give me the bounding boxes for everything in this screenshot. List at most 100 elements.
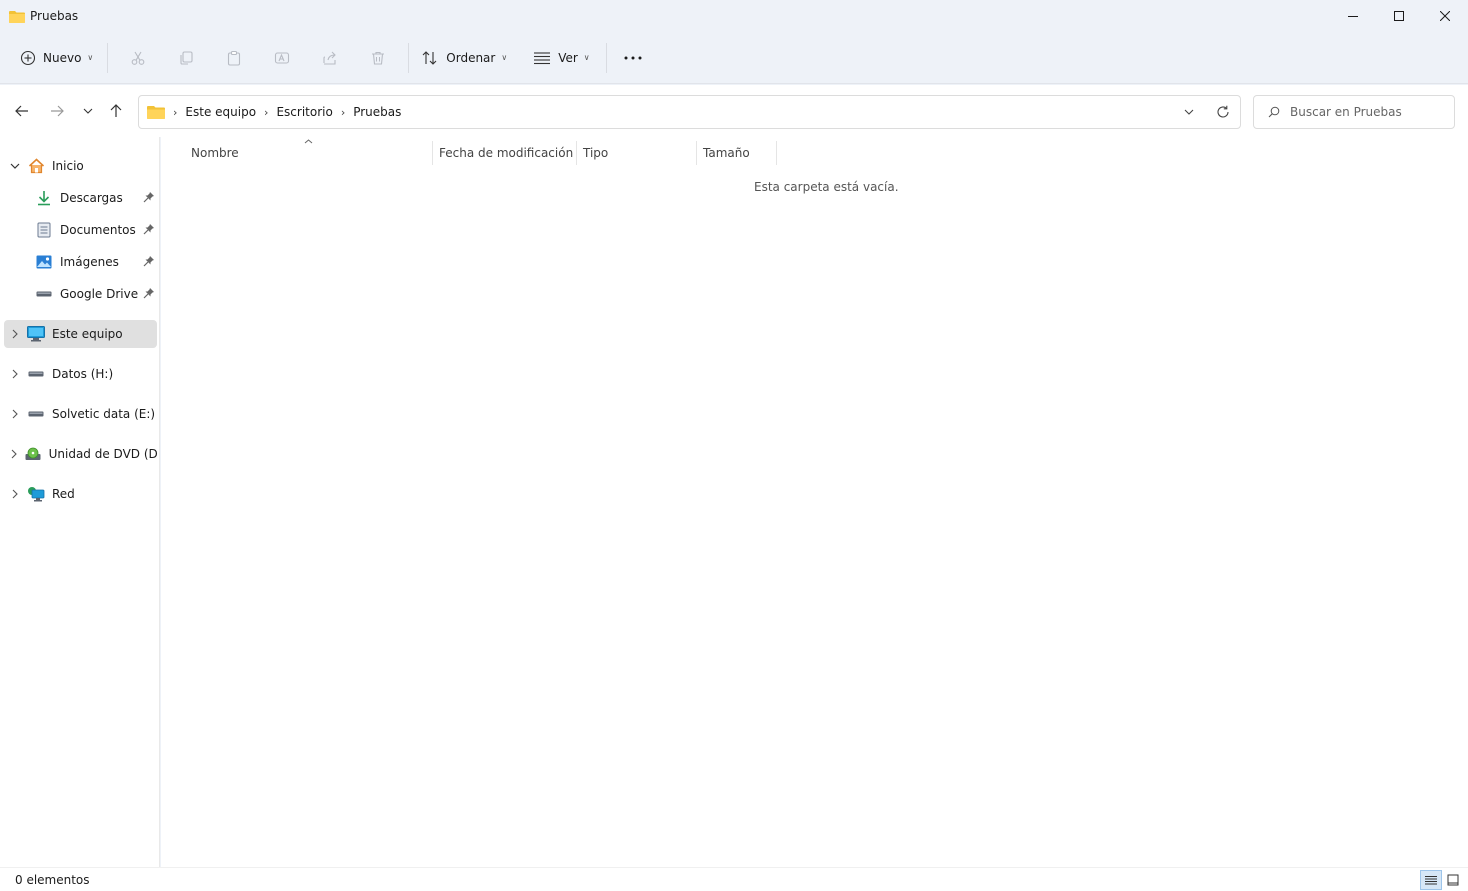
back-button[interactable] <box>10 100 34 122</box>
chevron-down-icon <box>1184 109 1194 115</box>
up-button[interactable] <box>104 100 128 122</box>
new-label: Nuevo <box>43 50 82 65</box>
minimize-button[interactable] <box>1330 0 1376 32</box>
pin-icon[interactable] <box>143 223 155 238</box>
sort-icon <box>422 50 437 65</box>
chevron-right-icon: › <box>173 105 178 119</box>
chevron-right-icon: › <box>264 105 269 119</box>
breadcrumb-item[interactable]: Escritorio <box>276 105 332 119</box>
sidebar-item-label: Red <box>52 487 75 501</box>
navigation-pane: Inicio Descargas Documentos Imágenes Goo… <box>0 137 160 867</box>
chevron-right-icon[interactable] <box>4 369 26 379</box>
chevron-down-icon: ∨ <box>87 53 94 62</box>
more-options-icon <box>624 56 642 59</box>
chevron-right-icon[interactable] <box>4 449 24 459</box>
paste-icon <box>228 50 241 66</box>
column-header-label: Nombre <box>191 146 239 160</box>
arrow-left-icon <box>15 105 28 117</box>
sidebar-item-solvetic-data-e[interactable]: Solvetic data (E:) <box>4 400 157 428</box>
empty-folder-message: Esta carpeta está vacía. <box>754 180 899 194</box>
status-bar: 0 elementos <box>0 867 1468 891</box>
column-divider[interactable] <box>696 141 697 165</box>
item-count: 0 elementos <box>15 872 90 887</box>
column-header-name[interactable]: Nombre <box>191 141 431 165</box>
maximize-icon <box>1394 11 1404 21</box>
sidebar-item-label: Unidad de DVD (D:) <box>48 447 157 461</box>
sidebar-item-google-drive[interactable]: Google Drive (G <box>12 280 157 308</box>
plus-circle-icon <box>20 50 36 65</box>
computer-icon <box>26 325 46 343</box>
sidebar-item-pictures[interactable]: Imágenes <box>12 248 157 276</box>
documents-icon <box>34 221 54 239</box>
sidebar-item-label: Imágenes <box>60 255 119 269</box>
address-actions <box>1172 96 1240 128</box>
breadcrumb-item[interactable]: Este equipo <box>185 105 256 119</box>
sidebar-item-documents[interactable]: Documentos <box>12 216 157 244</box>
sidebar-item-datos-h[interactable]: Datos (H:) <box>4 360 157 388</box>
sort-label: Ordenar <box>446 50 496 65</box>
chevron-down-icon: ∨ <box>583 53 590 62</box>
drive-icon <box>26 365 46 383</box>
command-bar: Nuevo ∨ Ordenar ∨ Ver ∨ <box>0 32 1468 84</box>
copy-button[interactable] <box>162 41 210 75</box>
chevron-down-icon[interactable] <box>4 163 26 169</box>
column-divider[interactable] <box>432 141 433 165</box>
pin-icon[interactable] <box>143 255 155 270</box>
rename-button[interactable] <box>258 41 306 75</box>
search-box[interactable] <box>1253 95 1455 129</box>
view-button[interactable]: Ver ∨ <box>527 41 595 75</box>
folder-icon <box>147 105 165 119</box>
column-divider[interactable] <box>576 141 577 165</box>
search-input[interactable] <box>1290 105 1450 119</box>
sidebar-item-label: Datos (H:) <box>52 367 114 381</box>
file-list: Nombre Fecha de modificación Tipo Tamaño… <box>161 137 1468 867</box>
paste-button[interactable] <box>210 41 258 75</box>
new-button[interactable]: Nuevo ∨ <box>14 41 99 75</box>
sidebar-item-home[interactable]: Inicio <box>4 152 157 180</box>
details-view-button[interactable] <box>1420 870 1442 890</box>
folder-icon <box>9 9 25 23</box>
pin-icon[interactable] <box>143 191 155 206</box>
column-divider[interactable] <box>776 141 777 165</box>
sidebar-item-label: Inicio <box>52 159 84 173</box>
chevron-right-icon[interactable] <box>4 409 26 419</box>
arrow-up-icon <box>110 104 122 117</box>
sidebar-item-network[interactable]: Red <box>4 480 157 508</box>
chevron-right-icon[interactable] <box>4 329 26 339</box>
sidebar-item-downloads[interactable]: Descargas <box>12 184 157 212</box>
tiles-view-button[interactable] <box>1442 870 1464 890</box>
sidebar-item-label: Google Drive (G <box>60 287 142 301</box>
sidebar-item-label: Documentos <box>60 223 136 237</box>
window-title: Pruebas <box>30 9 79 23</box>
column-header-modified[interactable]: Fecha de modificación <box>439 141 575 165</box>
more-options-button[interactable] <box>613 41 653 75</box>
pin-icon[interactable] <box>143 287 155 302</box>
minimize-icon <box>1348 16 1358 17</box>
chevron-down-icon: ∨ <box>501 53 508 62</box>
cut-button[interactable] <box>114 41 162 75</box>
sidebar-item-label: Este equipo <box>52 327 123 341</box>
recent-locations-button[interactable] <box>76 100 100 122</box>
sidebar-item-dvd-d[interactable]: Unidad de DVD (D:) <box>4 440 157 468</box>
sidebar-item-label: Descargas <box>60 191 123 205</box>
maximize-button[interactable] <box>1376 0 1422 32</box>
dvd-icon <box>24 445 42 463</box>
share-button[interactable] <box>306 41 354 75</box>
sort-button[interactable]: Ordenar ∨ <box>415 41 513 75</box>
sidebar-item-this-pc[interactable]: Este equipo <box>4 320 157 348</box>
column-header-type[interactable]: Tipo <box>583 141 695 165</box>
address-bar[interactable]: › Este equipo › Escritorio › Pruebas <box>138 95 1241 129</box>
rename-icon <box>275 51 290 64</box>
column-header-size[interactable]: Tamaño <box>703 141 775 165</box>
address-row: › Este equipo › Escritorio › Pruebas <box>0 85 1468 137</box>
breadcrumb-item[interactable]: Pruebas <box>353 105 401 119</box>
delete-icon <box>372 51 385 65</box>
delete-button[interactable] <box>354 41 402 75</box>
address-history-button[interactable] <box>1172 96 1206 128</box>
close-button[interactable] <box>1422 0 1468 32</box>
view-toggles <box>1420 870 1464 890</box>
toolbar-divider <box>107 42 109 73</box>
forward-button[interactable] <box>45 100 69 122</box>
chevron-right-icon[interactable] <box>4 489 26 499</box>
refresh-button[interactable] <box>1206 96 1240 128</box>
